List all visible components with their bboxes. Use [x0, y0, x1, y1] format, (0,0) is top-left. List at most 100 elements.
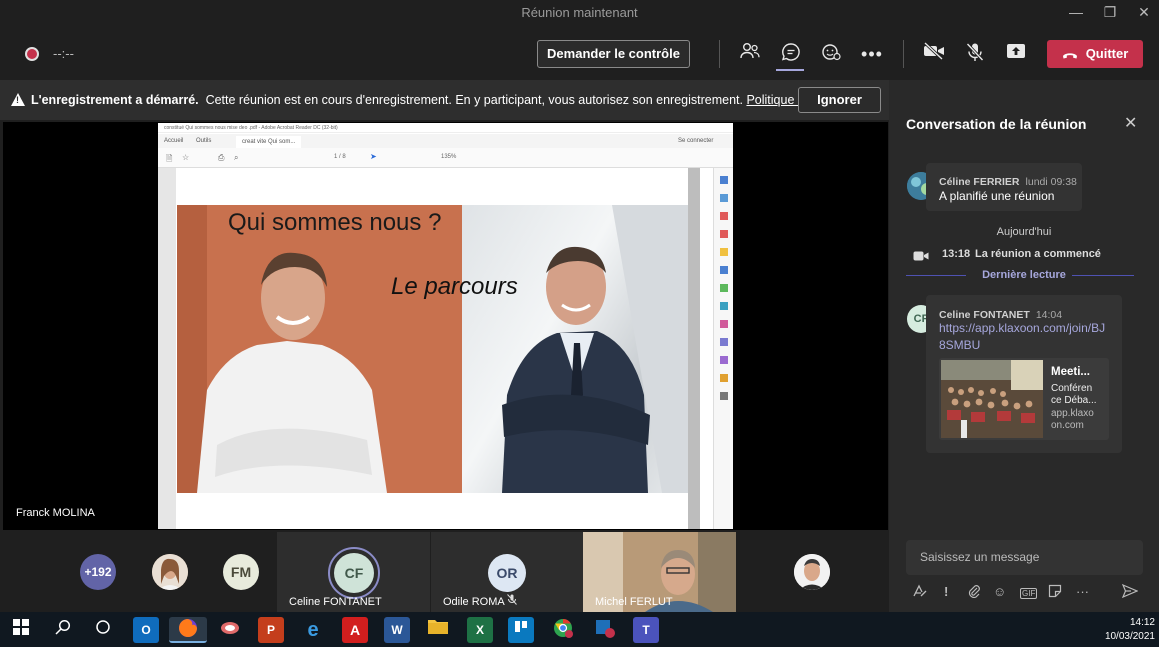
participant-avatar-fm[interactable]: FM	[223, 554, 259, 590]
chat-title: Conversation de la réunion	[906, 116, 1087, 132]
outlook-icon[interactable]: O	[133, 617, 159, 643]
snipping-tool-icon[interactable]	[217, 617, 243, 643]
chrome-icon[interactable]	[550, 617, 576, 643]
preview-domain: app.klaxo on.com	[1051, 408, 1094, 432]
share-screen-icon[interactable]	[1004, 42, 1028, 66]
send-icon[interactable]	[1121, 583, 1139, 601]
reactions-icon[interactable]	[819, 42, 843, 66]
powerpoint-icon[interactable]: P	[258, 617, 284, 643]
task-view-icon[interactable]	[90, 617, 116, 643]
participant-name: Celine FONTANET	[289, 596, 382, 608]
rail-redact-icon[interactable]	[720, 320, 728, 328]
recording-banner: L'enregistrement a démarré. Cette réunio…	[0, 80, 889, 120]
sticker-icon[interactable]	[1048, 584, 1062, 601]
participants-icon[interactable]	[738, 42, 762, 66]
search-icon[interactable]	[50, 617, 76, 643]
pdf-tab-home[interactable]: Accueil	[164, 138, 183, 144]
teams-icon[interactable]: T	[633, 617, 659, 643]
minimize-icon[interactable]: —	[1065, 3, 1087, 21]
request-control-button[interactable]: Demander le contrôle	[537, 40, 690, 68]
rail-send-icon[interactable]	[720, 374, 728, 382]
preview-description: Conféren ce Déba...	[1051, 383, 1097, 407]
camera-off-icon[interactable]	[922, 41, 946, 66]
close-window-icon[interactable]: ✕	[1133, 3, 1155, 21]
gif-icon[interactable]: GIF	[1020, 588, 1038, 599]
participant-tile-cf[interactable]: CF Celine FONTANET	[277, 532, 430, 612]
rail-combine-icon[interactable]	[720, 266, 728, 274]
rail-edit-icon[interactable]	[720, 230, 728, 238]
excel-icon[interactable]: X	[467, 617, 493, 643]
rail-comment-icon[interactable]	[720, 248, 728, 256]
pdf-tab-bar: Accueil Outils creat vite Qui som... Se …	[158, 134, 733, 148]
pdf-page-indicator[interactable]: 1 / 8	[334, 154, 346, 160]
pdf-star-icon[interactable]: ☆	[182, 153, 189, 162]
close-chat-icon[interactable]: ✕	[1124, 113, 1137, 133]
more-options-icon[interactable]: •••	[860, 42, 884, 66]
pdf-scrollbar[interactable]	[688, 168, 700, 529]
pdf-signin-link[interactable]: Se connecter	[678, 138, 713, 144]
participant-tile-video[interactable]: Michel FERLUT	[583, 532, 736, 612]
pdf-tab-tools[interactable]: Outils	[196, 138, 211, 144]
pdf-tools-rail	[713, 168, 733, 529]
pdf-save-icon[interactable]: 🗎	[166, 153, 172, 167]
participant-tile-or[interactable]: OR Odile ROMA	[431, 532, 583, 612]
message-link[interactable]: https://app.klaxoon.com/join/BJ 8SMBU	[939, 320, 1105, 354]
participant-avatar-photo-2[interactable]	[794, 554, 830, 590]
window-title: Réunion maintenant	[521, 5, 638, 20]
file-explorer-icon[interactable]	[425, 617, 451, 643]
format-icon[interactable]	[912, 584, 928, 601]
word-icon[interactable]: W	[384, 617, 410, 643]
attach-icon[interactable]	[967, 584, 981, 601]
dismiss-banner-button[interactable]: Ignorer	[798, 87, 881, 113]
link-line-2[interactable]: 8SMBU	[939, 337, 1105, 354]
rail-create-icon[interactable]	[720, 212, 728, 220]
man-portrait-left-icon	[177, 205, 462, 493]
message-text: A planifié une réunion	[939, 189, 1055, 203]
participant-avatar-cf: CF	[334, 553, 374, 593]
more-participants-button[interactable]: +192	[80, 554, 116, 590]
app-notification-icon[interactable]	[592, 617, 618, 643]
pdf-cursor-icon[interactable]: ➤	[370, 152, 377, 161]
rail-zoom-icon[interactable]	[720, 176, 728, 184]
event-time: 13:18	[942, 248, 971, 260]
rail-more-tools-icon[interactable]	[720, 392, 728, 400]
firefox-icon[interactable]	[169, 617, 207, 643]
start-button-icon[interactable]	[8, 617, 34, 643]
preview-title: Meeti...	[1051, 366, 1090, 378]
trello-icon[interactable]	[508, 617, 534, 643]
leave-button[interactable]: Quitter	[1047, 40, 1143, 68]
message-input[interactable]: Saisissez un message	[906, 540, 1143, 575]
maximize-icon[interactable]: ❐	[1099, 3, 1121, 21]
system-clock[interactable]: 14:12 10/03/2021	[1105, 616, 1155, 644]
link-preview-card[interactable]: Meeti... Conféren ce Déba... app.klaxo o…	[939, 358, 1109, 440]
pdf-print-icon[interactable]: ⎙	[218, 153, 224, 163]
slide-bottom-margin	[177, 493, 688, 529]
participant-avatar-photo[interactable]	[152, 554, 188, 590]
preview-desc-line-1: Conféren	[1051, 383, 1093, 394]
rail-protect-icon[interactable]	[720, 338, 728, 346]
more-compose-options-icon[interactable]: ···	[1076, 584, 1089, 599]
priority-icon[interactable]: !	[944, 584, 948, 599]
presentation-slide: Qui sommes nous ? Le parcours	[177, 205, 688, 493]
link-line-1[interactable]: https://app.klaxoon.com/join/BJ	[939, 320, 1105, 337]
pdf-tab-document[interactable]: creat vite Qui som...	[236, 136, 302, 148]
rail-export-icon[interactable]	[720, 194, 728, 202]
pdf-search-icon[interactable]: ⌕	[234, 153, 238, 163]
rail-compress-icon[interactable]	[720, 302, 728, 310]
internet-explorer-icon[interactable]: e	[300, 617, 326, 643]
chat-message: Céline FERRIER lundi 09:38 A planifié une…	[926, 163, 1082, 211]
shared-pdf-viewer: constitué Qui sommes nous mise deo .pdf …	[158, 123, 733, 529]
rail-organize-icon[interactable]	[720, 284, 728, 292]
banner-bold-text: L'enregistrement a démarré.	[31, 93, 199, 107]
participant-avatar-or: OR	[488, 554, 526, 592]
emoji-icon[interactable]: ☺	[993, 584, 1006, 599]
banner-text: L'enregistrement a démarré. Cette réunio…	[31, 93, 826, 107]
chat-icon[interactable]	[779, 42, 803, 66]
mic-off-icon[interactable]	[963, 42, 987, 66]
participant-name: Odile ROMA	[443, 596, 505, 608]
pdf-left-panel	[158, 168, 176, 529]
pdf-zoom-level[interactable]: 135%	[441, 154, 456, 160]
rail-fill-sign-icon[interactable]	[720, 356, 728, 364]
recording-indicator-icon	[25, 47, 39, 61]
acrobat-reader-icon[interactable]: A	[342, 617, 368, 643]
